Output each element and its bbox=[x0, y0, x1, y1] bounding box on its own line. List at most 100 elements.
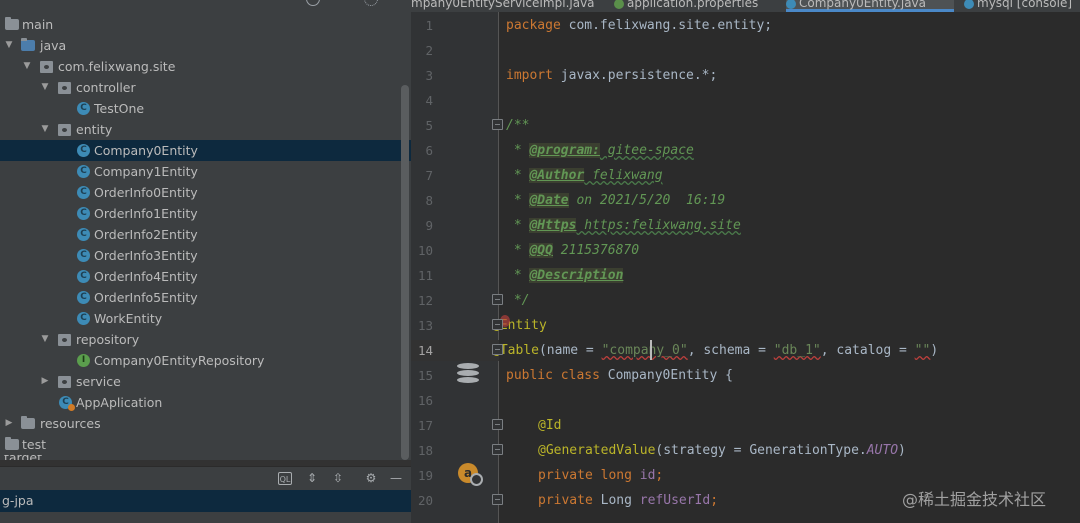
code-line-20: private Long refUserId; bbox=[538, 493, 719, 508]
code-line-12: */ bbox=[506, 293, 530, 308]
line-number: 9 bbox=[425, 218, 433, 233]
tree-item-company0entity[interactable]: C Company0Entity bbox=[0, 140, 411, 161]
gear-icon[interactable]: ⚙ bbox=[364, 472, 378, 485]
chevron-down-icon[interactable]: ▼ bbox=[3, 35, 15, 56]
tab-company0entity[interactable]: Company0Entity.java bbox=[786, 0, 954, 12]
tree-scrollbar[interactable] bbox=[401, 85, 409, 460]
tree-item-orderinfo5entity[interactable]: C OrderInfo5Entity bbox=[0, 287, 411, 308]
bottom-panel-item[interactable]: g-jpa bbox=[0, 490, 411, 512]
package-icon bbox=[58, 376, 71, 388]
line-number: 6 bbox=[425, 143, 433, 158]
chevron-down-icon[interactable]: ▼ bbox=[39, 329, 51, 350]
tree-item-testone[interactable]: C TestOne bbox=[0, 98, 411, 119]
code-line-8: * @Date on 2021/5/20 16:19 bbox=[506, 193, 726, 208]
tree-item-label: OrderInfo0Entity bbox=[94, 185, 198, 200]
line-number: 8 bbox=[425, 193, 433, 208]
tab-service-impl[interactable]: mpany0EntityServiceImpl.java bbox=[411, 0, 611, 12]
class-icon: C bbox=[77, 291, 90, 304]
tree-item-label: OrderInfo2Entity bbox=[94, 227, 198, 242]
tree-item-company0entityrepository[interactable]: I Company0EntityRepository bbox=[0, 350, 411, 371]
properties-icon bbox=[614, 0, 624, 9]
text-caret bbox=[650, 340, 652, 360]
tree-item-orderinfo3entity[interactable]: C OrderInfo3Entity bbox=[0, 245, 411, 266]
chevron-down-icon[interactable]: ▼ bbox=[39, 119, 51, 140]
line-number: 13 bbox=[417, 318, 433, 333]
code-editor[interactable]: package com.felixwang.site.entity; impor… bbox=[492, 12, 1080, 523]
line-number: 18 bbox=[417, 443, 433, 458]
tree-item-test[interactable]: test bbox=[0, 434, 411, 455]
tree-item-controller[interactable]: ▼ controller bbox=[0, 77, 411, 98]
line-number: 4 bbox=[425, 93, 433, 108]
tree-item-appaplication[interactable]: C AppAplication bbox=[0, 392, 411, 413]
fold-marker-icon[interactable] bbox=[492, 319, 503, 330]
tab-mysql-console[interactable]: mysql [console] bbox=[964, 0, 1080, 12]
code-line-14: @Table(name = "company_0", schema = "db_… bbox=[492, 343, 939, 358]
tree-item-main[interactable]: main bbox=[0, 14, 411, 35]
tree-item-label: OrderInfo5Entity bbox=[94, 290, 198, 305]
tab-label: Company0Entity.java bbox=[799, 0, 927, 10]
tree-item-orderinfo4entity[interactable]: C OrderInfo4Entity bbox=[0, 266, 411, 287]
line-number: 3 bbox=[425, 68, 433, 83]
line-number: 11 bbox=[417, 268, 433, 283]
line-number: 10 bbox=[417, 243, 433, 258]
java-class-icon bbox=[786, 0, 796, 9]
tree-item-resources[interactable]: ▶ resources bbox=[0, 413, 411, 434]
class-icon: C bbox=[77, 207, 90, 220]
tree-item-label: repository bbox=[76, 332, 140, 347]
tree-item-orderinfo2entity[interactable]: C OrderInfo2Entity bbox=[0, 224, 411, 245]
locate-icon[interactable] bbox=[306, 0, 320, 6]
sql-icon[interactable]: QL bbox=[278, 472, 292, 485]
resources-folder-icon bbox=[21, 416, 35, 429]
fold-marker-icon[interactable] bbox=[492, 344, 503, 355]
line-number: 16 bbox=[417, 393, 433, 408]
tree-item-package[interactable]: ▼ com.felixwang.site bbox=[0, 56, 411, 77]
chevron-right-icon[interactable]: ▶ bbox=[3, 413, 15, 434]
package-icon bbox=[58, 334, 71, 346]
fold-marker-icon[interactable] bbox=[492, 119, 503, 130]
tree-item-label: OrderInfo3Entity bbox=[94, 248, 198, 263]
collapse-all-icon[interactable]: ⇳ bbox=[331, 472, 345, 485]
fold-marker-icon[interactable] bbox=[492, 419, 503, 430]
expand-all-icon[interactable]: ⇕ bbox=[305, 472, 319, 485]
code-line-7: * @Author felixwang bbox=[506, 168, 663, 183]
project-panel: main ▼ java ▼ com.felixwang.site ▼ contr… bbox=[0, 0, 411, 523]
tree-item-label: OrderInfo1Entity bbox=[94, 206, 198, 221]
tab-application-properties[interactable]: application.properties bbox=[614, 0, 786, 12]
minimize-icon[interactable]: — bbox=[389, 472, 403, 485]
line-number: 20 bbox=[417, 493, 433, 508]
field-annotation-icon[interactable]: a bbox=[458, 463, 483, 486]
watermark: @稀土掘金技术社区 bbox=[902, 490, 1047, 509]
tree-item-service[interactable]: ▶ service bbox=[0, 371, 411, 392]
tree-item-label: test bbox=[22, 437, 47, 452]
project-tree: main ▼ java ▼ com.felixwang.site ▼ contr… bbox=[0, 14, 411, 465]
fold-marker-icon[interactable] bbox=[492, 444, 503, 455]
tree-item-repository[interactable]: ▼ repository bbox=[0, 329, 411, 350]
gear-icon[interactable] bbox=[364, 0, 378, 6]
chevron-down-icon[interactable]: ▼ bbox=[39, 77, 51, 98]
chevron-down-icon[interactable]: ▼ bbox=[21, 56, 33, 77]
tree-item-orderinfo1entity[interactable]: C OrderInfo1Entity bbox=[0, 203, 411, 224]
tree-item-label: entity bbox=[76, 122, 113, 137]
package-icon bbox=[58, 124, 71, 136]
tree-item-entity[interactable]: ▼ entity bbox=[0, 119, 411, 140]
fold-marker-icon[interactable] bbox=[492, 494, 503, 505]
chevron-right-icon[interactable]: ▶ bbox=[39, 371, 51, 392]
tab-label: application.properties bbox=[627, 0, 759, 10]
tree-item-label: com.felixwang.site bbox=[58, 59, 176, 74]
class-icon: C bbox=[77, 270, 90, 283]
code-line-6: * @program: gitee-space bbox=[506, 143, 694, 158]
database-icon[interactable] bbox=[457, 363, 481, 387]
tree-item-java[interactable]: ▼ java bbox=[0, 35, 411, 56]
code-line-5: /** bbox=[506, 118, 530, 133]
tree-item-label: resources bbox=[40, 416, 101, 431]
code-line-17: @Id bbox=[538, 418, 562, 433]
panel-top-bar bbox=[0, 0, 411, 10]
fold-marker-icon[interactable] bbox=[492, 294, 503, 305]
tree-item-orderinfo0entity[interactable]: C OrderInfo0Entity bbox=[0, 182, 411, 203]
tree-item-label: java bbox=[40, 38, 67, 53]
tree-item-company1entity[interactable]: C Company1Entity bbox=[0, 161, 411, 182]
tab-label: mpany0EntityServiceImpl.java bbox=[411, 0, 595, 10]
panel-bottom-strip bbox=[0, 512, 411, 523]
line-number: 2 bbox=[425, 43, 433, 58]
tree-item-workentity[interactable]: C WorkEntity bbox=[0, 308, 411, 329]
